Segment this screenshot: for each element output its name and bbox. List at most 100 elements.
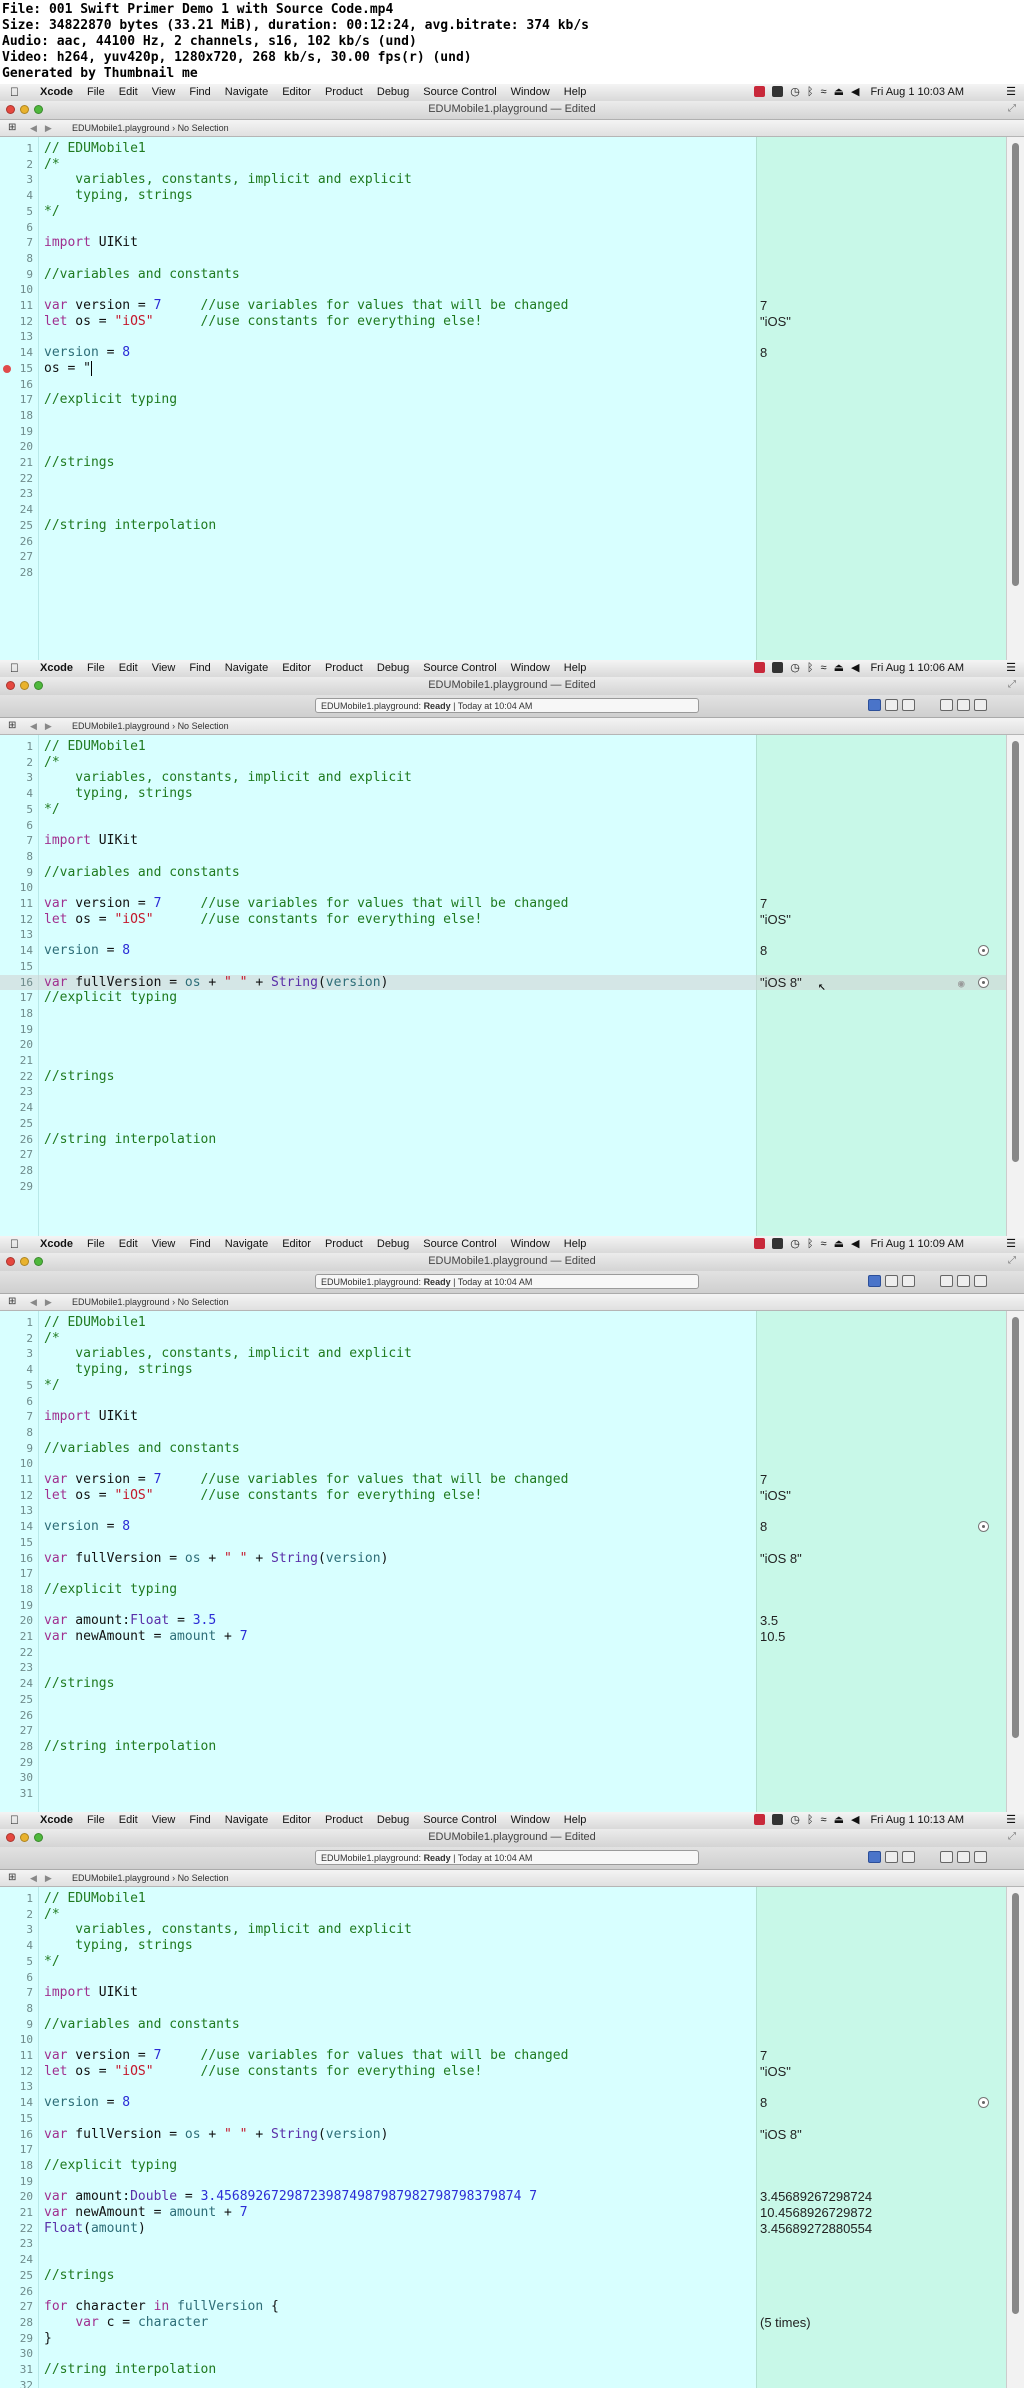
code-line[interactable]: 30 <box>0 1770 1006 1786</box>
menu-help[interactable]: Help <box>564 1238 587 1250</box>
code-line[interactable]: 5 */ <box>0 802 1006 818</box>
menu-edit[interactable]: Edit <box>119 1238 138 1250</box>
code-line[interactable]: 13 <box>0 329 1006 345</box>
back-forward-icon[interactable]: ◀▶ <box>30 1870 60 1886</box>
code-editor[interactable]: 1// EDUMobile1 2/* 3 variables, constants,… <box>0 137 1024 660</box>
code-text[interactable]: //variables and constants <box>44 865 240 881</box>
code-line[interactable]: 6 <box>0 220 1006 236</box>
code-text[interactable]: import UIKit <box>44 1985 138 2001</box>
apple-menu-icon[interactable]:  <box>10 1237 19 1251</box>
code-line[interactable]: 7 import UIKit <box>0 1409 1006 1425</box>
code-line[interactable]: 21 <box>0 1053 1006 1069</box>
record-icon[interactable] <box>754 86 766 97</box>
fullscreen-icon[interactable]: ⤢ <box>1008 103 1016 114</box>
time-machine-icon[interactable]: ◷ <box>790 1813 800 1826</box>
code-line[interactable]: 25 <box>0 1116 1006 1132</box>
code-line[interactable]: 2 /* <box>0 1331 1006 1347</box>
navigator-toggle-icon[interactable] <box>940 1275 953 1287</box>
code-text[interactable]: let os = "iOS" //use constants for every… <box>44 314 482 330</box>
menu-find[interactable]: Find <box>189 662 210 674</box>
version-editor-icon[interactable] <box>902 1851 915 1863</box>
code-line[interactable]: 21 var newAmount = amount + 7 10.5 <box>0 1629 1006 1645</box>
code-line[interactable]: 22 <box>0 471 1006 487</box>
navigator-toggle-icon[interactable] <box>940 1851 953 1863</box>
code-line[interactable]: 12 let os = "iOS" //use constants for eve… <box>0 2064 1006 2080</box>
code-text[interactable]: /* <box>44 1907 60 1923</box>
code-text[interactable]: // EDUMobile1 <box>44 1315 146 1331</box>
code-text[interactable]: var version = 7 //use variables for valu… <box>44 2048 568 2064</box>
record-icon[interactable] <box>754 662 766 673</box>
code-text[interactable]: var newAmount = amount + 7 <box>44 2205 248 2221</box>
time-machine-icon[interactable]: ◷ <box>790 661 800 674</box>
menu-debug[interactable]: Debug <box>377 1238 409 1250</box>
code-text[interactable]: import UIKit <box>44 1409 138 1425</box>
code-line[interactable]: 21 //strings <box>0 455 1006 471</box>
code-line[interactable]: 27 <box>0 549 1006 565</box>
menu-find[interactable]: Find <box>189 86 210 98</box>
code-line[interactable]: 26 <box>0 1708 1006 1724</box>
code-line[interactable]: 13 <box>0 1503 1006 1519</box>
code-line[interactable]: 28 <box>0 565 1006 581</box>
code-line[interactable]: 23 <box>0 1084 1006 1100</box>
debug-area-toggle-icon[interactable] <box>957 1851 970 1863</box>
menu-window[interactable]: Window <box>511 1238 550 1250</box>
code-editor[interactable]: 1// EDUMobile1 2/* 3 variables, constants,… <box>0 1887 1024 2388</box>
code-line[interactable]: 24 <box>0 1100 1006 1116</box>
code-line[interactable]: 4 typing, strings <box>0 786 1006 802</box>
code-text[interactable]: //strings <box>44 1676 114 1692</box>
code-text[interactable]: typing, strings <box>44 1938 192 1954</box>
code-text[interactable]: Float(amount) <box>44 2221 146 2237</box>
assistant-editor-icon[interactable] <box>885 1851 898 1863</box>
code-line[interactable]: 1 // EDUMobile1 <box>0 141 1006 157</box>
menu-product[interactable]: Product <box>325 1814 363 1826</box>
code-line[interactable]: 7 import UIKit <box>0 833 1006 849</box>
code-text[interactable]: */ <box>44 802 60 818</box>
code-line[interactable]: 17 //explicit typing <box>0 990 1006 1006</box>
notification-list-icon[interactable]: ☰ <box>1006 85 1016 98</box>
code-line[interactable]: 22 Float(amount) 3.45689272880554 <box>0 2221 1006 2237</box>
menu-clock[interactable]: Fri Aug 1 10:09 AM <box>870 1238 964 1250</box>
code-line[interactable]: 23 <box>0 1660 1006 1676</box>
menu-navigate[interactable]: Navigate <box>225 662 268 674</box>
code-line[interactable]: 28 var c = character (5 times) <box>0 2315 1006 2331</box>
code-line[interactable]: 4 typing, strings <box>0 188 1006 204</box>
volume-icon[interactable]: ◀ <box>851 1813 859 1826</box>
code-line[interactable]: 9 //variables and constants <box>0 865 1006 881</box>
code-text[interactable]: typing, strings <box>44 1362 192 1378</box>
code-line[interactable]: 27 for character in fullVersion { <box>0 2299 1006 2315</box>
app-tray-icon[interactable] <box>772 1814 784 1825</box>
code-line[interactable]: 13 <box>0 927 1006 943</box>
code-line[interactable]: 1 // EDUMobile1 <box>0 739 1006 755</box>
menu-help[interactable]: Help <box>564 1814 587 1826</box>
related-items-icon[interactable]: ⊞ <box>8 120 16 136</box>
menu-edit[interactable]: Edit <box>119 1814 138 1826</box>
notification-list-icon[interactable]: ☰ <box>1006 1813 1016 1826</box>
code-text[interactable]: //string interpolation <box>44 1739 216 1755</box>
utilities-toggle-icon[interactable] <box>974 699 987 711</box>
code-line[interactable]: 1 // EDUMobile1 <box>0 1315 1006 1331</box>
code-line[interactable]: 14 version = 88 <box>0 943 1006 959</box>
code-line[interactable]: 28 <box>0 1163 1006 1179</box>
code-text[interactable]: var version = 7 //use variables for valu… <box>44 298 568 314</box>
code-line[interactable]: 12 let os = "iOS" //use constants for eve… <box>0 912 1006 928</box>
menu-clock[interactable]: Fri Aug 1 10:06 AM <box>870 662 964 674</box>
code-line[interactable]: 17 <box>0 1566 1006 1582</box>
assistant-editor-icon[interactable] <box>885 699 898 711</box>
code-line[interactable]: 20 <box>0 1037 1006 1053</box>
menu-source-control[interactable]: Source Control <box>423 86 496 98</box>
menu-view[interactable]: View <box>152 1238 176 1250</box>
utilities-toggle-icon[interactable] <box>974 1275 987 1287</box>
code-line[interactable]: 9 //variables and constants <box>0 267 1006 283</box>
code-line[interactable]: 16 var fullVersion = os + " " + String(ve… <box>0 2127 1006 2143</box>
bluetooth-icon[interactable]: ᛒ <box>807 662 814 674</box>
code-line[interactable]: 8 <box>0 1425 1006 1441</box>
scrollbar-thumb[interactable] <box>1012 741 1019 1162</box>
code-line[interactable]: 6 <box>0 1970 1006 1986</box>
code-line[interactable]: 27 <box>0 1147 1006 1163</box>
code-line[interactable]: 25 //strings <box>0 2268 1006 2284</box>
code-line[interactable]: 13 <box>0 2079 1006 2095</box>
code-editor[interactable]: 1// EDUMobile1 2/* 3 variables, constants,… <box>0 735 1024 1236</box>
editor-scrollbar[interactable] <box>1006 1887 1024 2388</box>
version-editor-icon[interactable] <box>902 699 915 711</box>
code-line[interactable]: 5 */ <box>0 204 1006 220</box>
